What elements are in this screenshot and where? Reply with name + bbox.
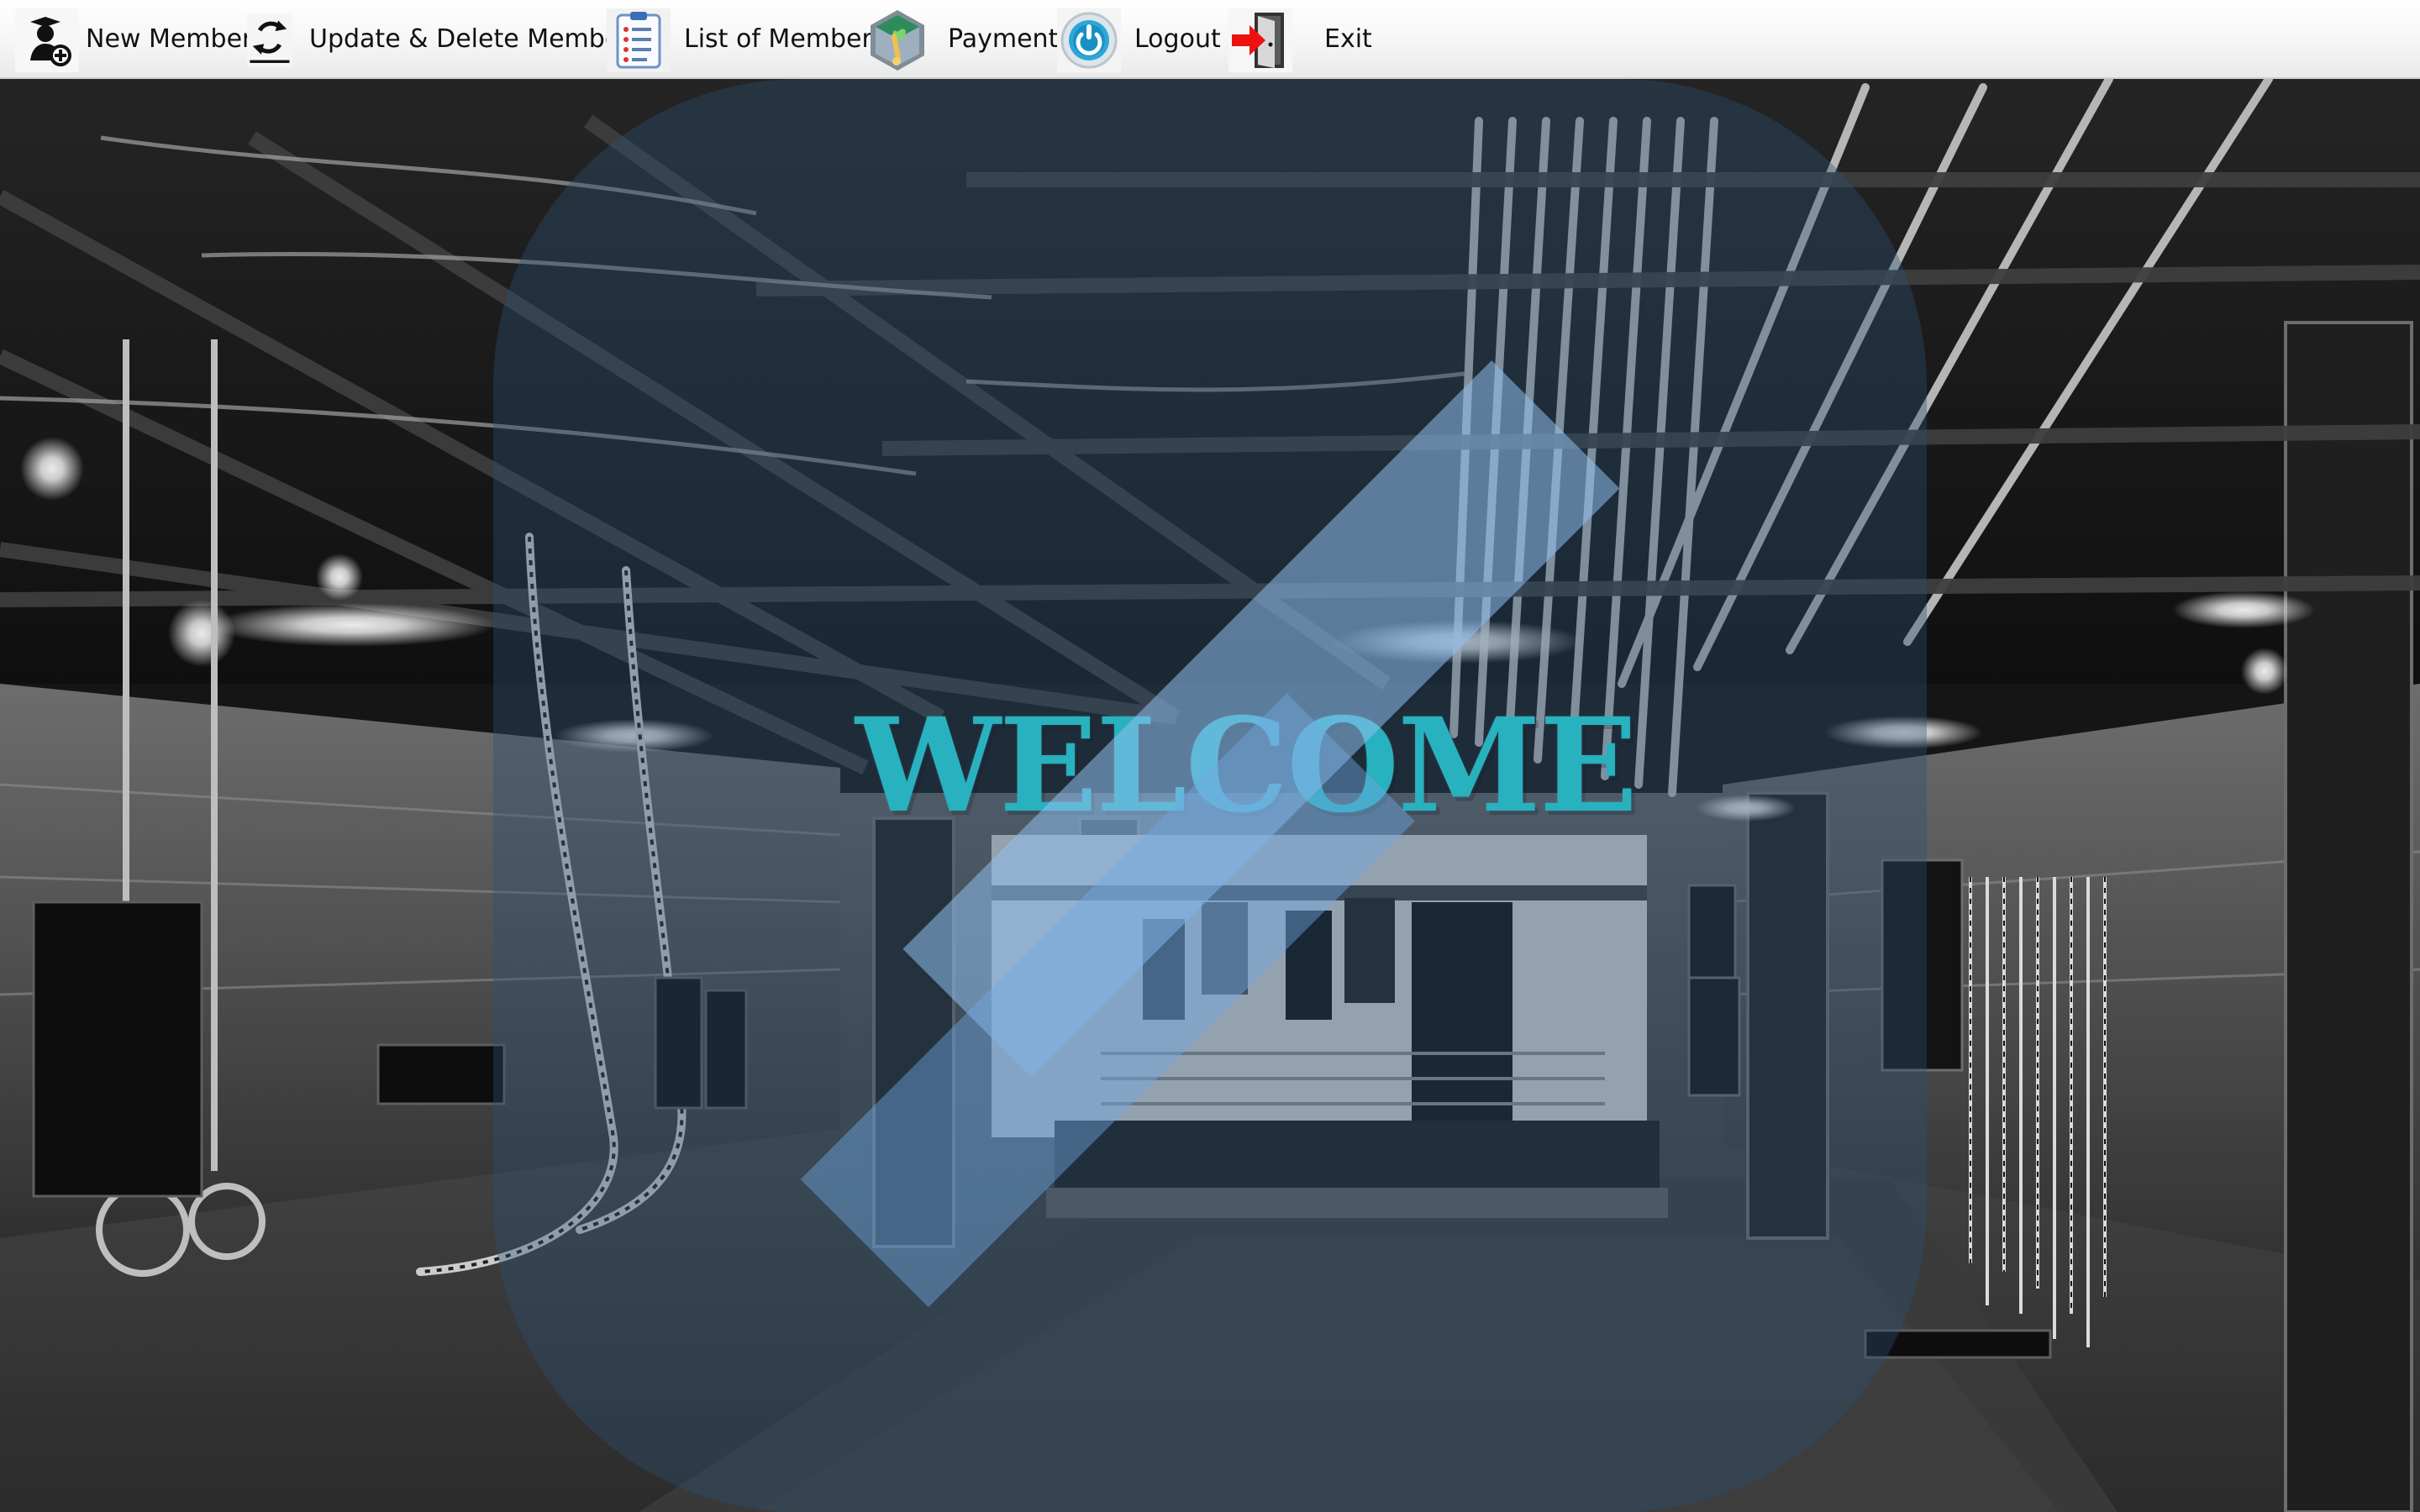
clipboard-list-icon xyxy=(607,8,671,72)
logout-button[interactable]: Logout xyxy=(1057,0,1221,79)
update-delete-member-button[interactable]: Update & Delete Member xyxy=(247,0,631,79)
payment-icon xyxy=(871,10,924,71)
exit-button[interactable]: Exit xyxy=(1228,0,1372,79)
app-window: New Member Update & Delete Member List o… xyxy=(0,0,2420,1512)
logout-label: Logout xyxy=(1134,24,1221,54)
update-delete-member-label: Update & Delete Member xyxy=(309,24,631,54)
list-of-member-button[interactable]: List of Member xyxy=(607,0,872,79)
payment-label: Payment xyxy=(948,24,1059,54)
refresh-icon xyxy=(247,13,292,67)
add-member-icon xyxy=(15,8,79,72)
list-of-member-label: List of Member xyxy=(684,24,872,54)
watermark-icon xyxy=(493,79,1927,1512)
gym-background-image: WELCOME xyxy=(0,79,2420,1512)
exit-door-icon xyxy=(1228,8,1292,72)
new-member-button[interactable]: New Member xyxy=(15,0,252,79)
new-member-label: New Member xyxy=(86,24,253,54)
exit-label: Exit xyxy=(1324,24,1372,54)
top-menubar: New Member Update & Delete Member List o… xyxy=(0,0,2420,79)
payment-button[interactable]: Payment xyxy=(865,0,1058,79)
power-icon xyxy=(1057,8,1121,72)
